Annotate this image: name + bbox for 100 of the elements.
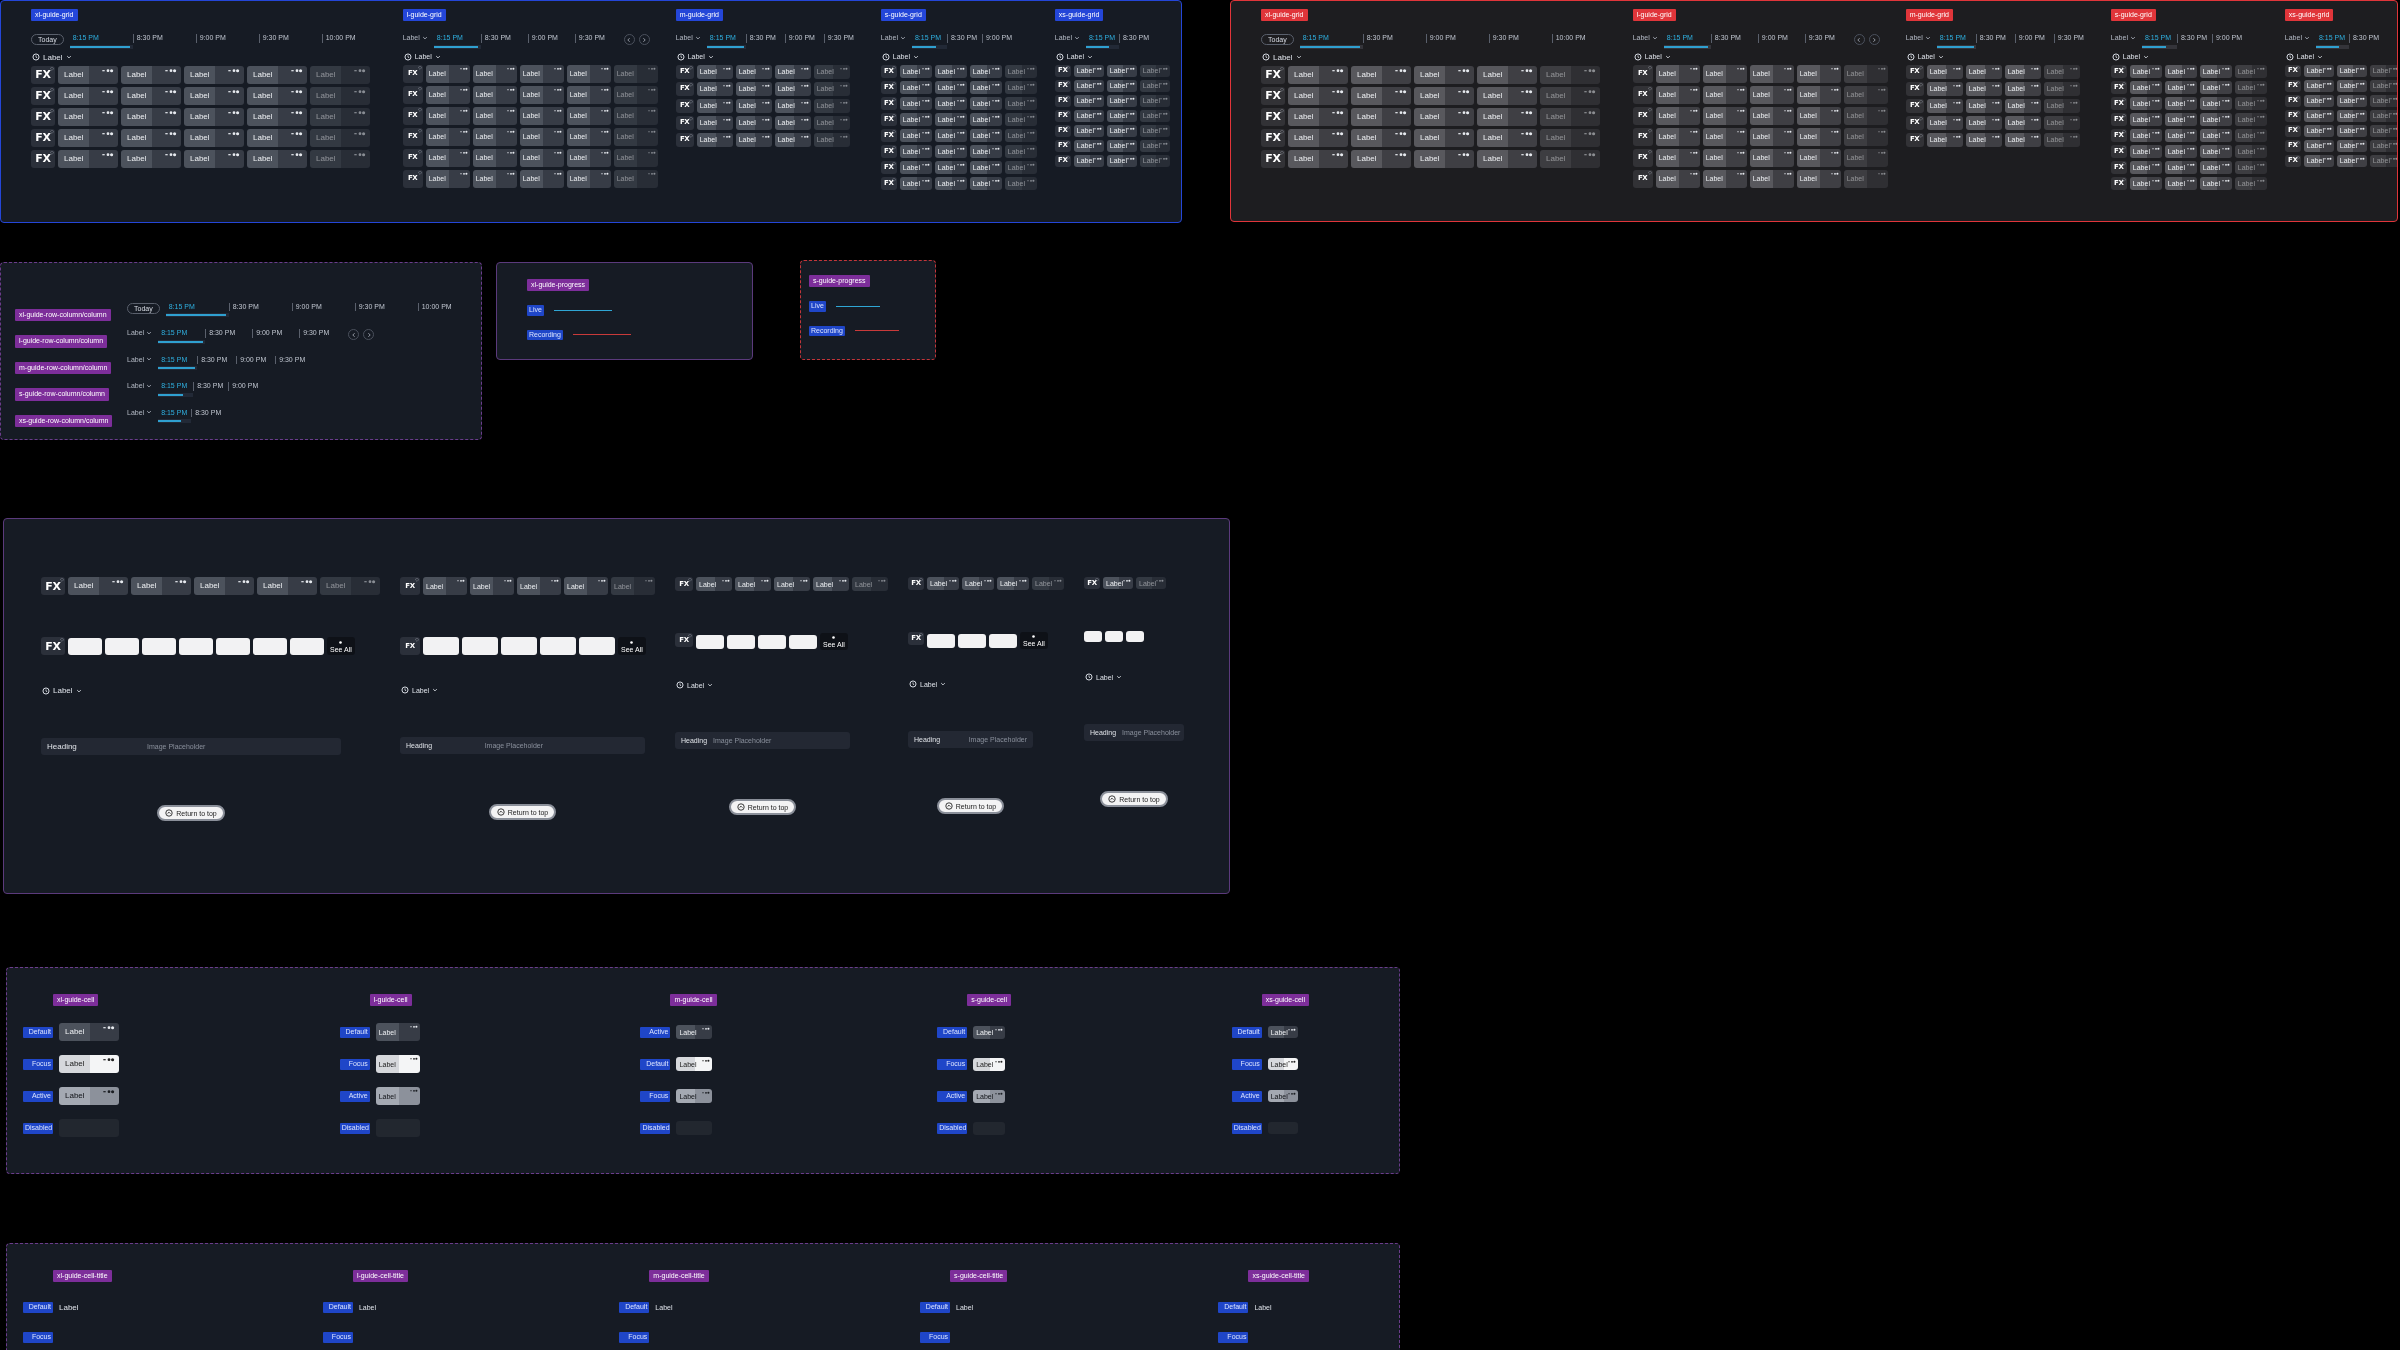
thumbnail-tile[interactable] — [423, 637, 459, 655]
thumbnail-tile[interactable] — [105, 637, 139, 655]
program-cell[interactable]: Label — [257, 577, 317, 595]
program-cell[interactable]: Label — [1540, 128, 1600, 147]
thumbnail-tile[interactable] — [958, 633, 986, 648]
program-cell[interactable]: Label — [1288, 86, 1348, 105]
program-cell[interactable]: Label — [184, 65, 244, 84]
status-icons-icon — [991, 66, 1000, 71]
program-cell[interactable]: Label — [184, 149, 244, 168]
program-cell[interactable]: Label — [59, 1023, 119, 1042]
status-icons-icon — [2186, 130, 2195, 135]
status-icons-icon — [2256, 66, 2265, 71]
program-cell[interactable]: Label — [58, 107, 118, 126]
program-cell[interactable]: Label — [1351, 149, 1411, 168]
program-cell[interactable]: Label — [1477, 86, 1537, 105]
thumbnail-tile[interactable] — [68, 637, 102, 655]
program-cell[interactable]: Label — [1540, 65, 1600, 84]
program-cell[interactable]: Label — [58, 149, 118, 168]
program-cell[interactable]: Label — [59, 1055, 119, 1074]
program-cell[interactable]: Label — [1477, 65, 1537, 84]
channel-logo: FX — [1265, 90, 1281, 102]
program-cell[interactable]: Label — [310, 107, 370, 126]
thumbnail-tile[interactable] — [290, 637, 324, 655]
program-cell[interactable]: Label — [1414, 149, 1474, 168]
thumbnail-tile[interactable] — [727, 634, 755, 649]
program-cell[interactable]: Label — [131, 577, 191, 595]
program-cell[interactable]: Label — [1477, 128, 1537, 147]
program-cell[interactable]: Label — [58, 86, 118, 105]
program-cell[interactable]: Label — [1351, 107, 1411, 126]
program-cell[interactable]: Label — [1414, 107, 1474, 126]
program-cell[interactable]: Label — [247, 128, 307, 147]
program-cell[interactable]: Label — [1351, 128, 1411, 147]
thumbnail-tile[interactable] — [927, 633, 955, 648]
program-cell[interactable]: Label — [1414, 128, 1474, 147]
program-cell[interactable]: Label — [1351, 65, 1411, 84]
program-cell[interactable]: Label — [121, 107, 181, 126]
program-cell[interactable]: Label — [247, 149, 307, 168]
thumbnail-tile[interactable] — [989, 633, 1017, 648]
status-icons-icon — [1287, 1092, 1296, 1097]
program-cell[interactable]: Label — [1540, 149, 1600, 168]
program-cell[interactable]: Label — [247, 86, 307, 105]
program-cell[interactable]: Label — [247, 65, 307, 84]
program-cell[interactable]: Label — [310, 128, 370, 147]
program-cell[interactable]: Label — [1540, 107, 1600, 126]
thumbnail-tile[interactable] — [789, 634, 817, 649]
thumbnail-tile[interactable] — [501, 637, 537, 655]
filter-dropdown[interactable]: Label — [31, 51, 72, 63]
program-cell[interactable]: Label — [310, 86, 370, 105]
thumbnail-tile[interactable] — [540, 637, 576, 655]
status-icons-icon — [165, 67, 177, 74]
status-icons-icon — [1952, 134, 1961, 139]
thumbnail-tile[interactable] — [579, 637, 615, 655]
status-icons-icon — [2221, 130, 2230, 135]
program-cell[interactable]: Label — [121, 65, 181, 84]
thumbnail-tile[interactable] — [216, 637, 250, 655]
filter-dropdown[interactable]: Label — [1261, 51, 1302, 63]
program-cell[interactable]: Label — [58, 128, 118, 147]
program-cell[interactable]: Label — [1414, 86, 1474, 105]
program-cell[interactable]: Label — [1288, 107, 1348, 126]
program-cell[interactable]: Label — [310, 149, 370, 168]
program-cell[interactable]: Label — [58, 65, 118, 84]
status-icons-icon — [228, 88, 240, 95]
program-cell[interactable]: Label — [247, 107, 307, 126]
status-icons-icon — [2069, 66, 2078, 71]
status-icons-icon — [1736, 66, 1745, 71]
program-cell[interactable]: Label — [121, 128, 181, 147]
status-icons-icon — [1584, 109, 1596, 116]
chevron-down-icon — [707, 682, 714, 688]
program-cell[interactable]: Label — [184, 128, 244, 147]
program-cell[interactable]: Label — [184, 86, 244, 105]
program-cell[interactable]: Label — [1288, 128, 1348, 147]
thumbnail-tile[interactable] — [1126, 631, 1144, 642]
arrow-up-icon — [496, 808, 505, 816]
program-cell[interactable]: Label — [320, 577, 380, 595]
program-cell[interactable]: Label — [1414, 65, 1474, 84]
thumbnail-tile[interactable] — [696, 634, 724, 649]
program-cell[interactable]: Label — [1540, 86, 1600, 105]
program-cell[interactable]: Label — [121, 86, 181, 105]
program-cell[interactable]: Label — [1288, 149, 1348, 168]
clock-icon — [1262, 53, 1270, 62]
thumbnail-tile[interactable] — [253, 637, 287, 655]
program-cell[interactable]: Label — [1477, 149, 1537, 168]
program-cell[interactable]: Label — [194, 577, 254, 595]
program-cell[interactable]: Label — [68, 577, 128, 595]
program-cell[interactable]: Label — [1351, 86, 1411, 105]
filter-dropdown[interactable]: Label — [41, 685, 82, 696]
program-cell[interactable]: Label — [121, 149, 181, 168]
thumbnail-tile[interactable] — [1084, 631, 1102, 642]
program-cell[interactable]: Label — [1477, 107, 1537, 126]
program-cell[interactable]: Label — [59, 1087, 119, 1106]
thumbnail-tile[interactable] — [1105, 631, 1123, 642]
thumbnail-tile[interactable] — [462, 637, 498, 655]
status-icons-icon — [921, 130, 930, 135]
status-icons-icon — [459, 129, 468, 134]
thumbnail-tile[interactable] — [758, 634, 786, 649]
thumbnail-tile[interactable] — [142, 637, 176, 655]
program-cell[interactable]: Label — [184, 107, 244, 126]
program-cell[interactable]: Label — [310, 65, 370, 84]
thumbnail-tile[interactable] — [179, 637, 213, 655]
program-cell[interactable]: Label — [1288, 65, 1348, 84]
